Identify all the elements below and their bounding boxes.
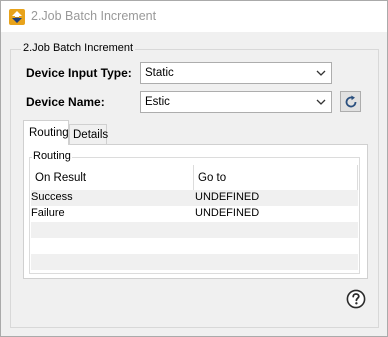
table-row[interactable]: Failure UNDEFINED bbox=[31, 206, 358, 222]
tab-routing-label: Routing bbox=[29, 127, 69, 139]
chevron-down-icon bbox=[316, 70, 326, 76]
routing-legend: Routing bbox=[32, 150, 72, 162]
column-header-on-result[interactable]: On Result bbox=[31, 165, 194, 190]
device-name-value: Estic bbox=[145, 96, 170, 108]
table-header: On Result Go to bbox=[31, 165, 358, 190]
device-input-type-select[interactable]: Static bbox=[140, 62, 332, 84]
device-name-label: Device Name: bbox=[26, 95, 105, 109]
help-icon[interactable] bbox=[346, 289, 366, 309]
table-cell-result: Success bbox=[31, 191, 73, 203]
device-input-type-label: Device Input Type: bbox=[26, 66, 132, 80]
tab-routing[interactable]: Routing bbox=[23, 120, 69, 145]
column-header-go-to[interactable]: Go to bbox=[194, 165, 358, 190]
table-cell-goto: UNDEFINED bbox=[195, 191, 260, 203]
dialog-window: 2.Job Batch Increment 2.Job Batch Increm… bbox=[0, 0, 388, 337]
refresh-button[interactable] bbox=[340, 91, 361, 112]
table-row[interactable]: Success UNDEFINED bbox=[31, 190, 358, 206]
tab-details[interactable]: Details bbox=[69, 124, 109, 145]
group-legend: 2.Job Batch Increment bbox=[21, 42, 136, 54]
device-input-type-value: Static bbox=[145, 67, 174, 79]
title-bar[interactable]: 2.Job Batch Increment bbox=[1, 1, 387, 32]
window-title: 2.Job Batch Increment bbox=[31, 9, 157, 23]
table-row[interactable] bbox=[31, 254, 358, 270]
chevron-down-icon bbox=[316, 99, 326, 105]
device-name-select[interactable]: Estic bbox=[140, 91, 332, 113]
table-cell-result: Failure bbox=[31, 207, 65, 219]
tab-details-label: Details bbox=[73, 129, 109, 141]
refresh-icon bbox=[345, 95, 357, 108]
up-down-arrows-icon bbox=[9, 9, 25, 25]
table-row[interactable] bbox=[31, 222, 358, 238]
table-row[interactable] bbox=[31, 238, 358, 254]
table-cell-goto: UNDEFINED bbox=[195, 207, 260, 219]
